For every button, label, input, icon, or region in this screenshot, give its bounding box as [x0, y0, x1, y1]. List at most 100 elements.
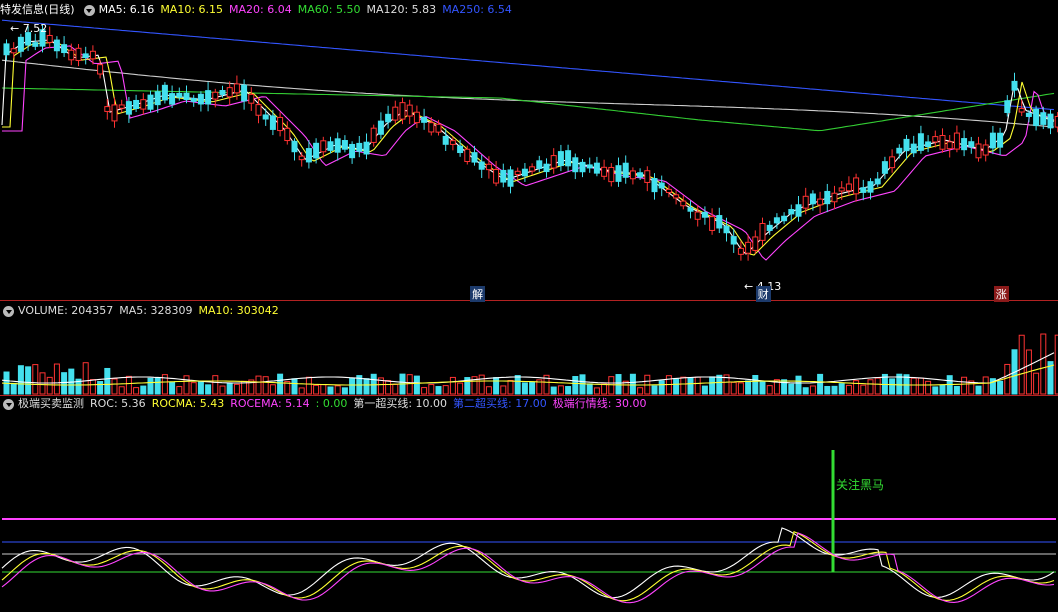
candle-body	[205, 90, 212, 105]
candle-body	[968, 141, 975, 148]
volume-bar	[233, 383, 240, 395]
candle-body	[370, 127, 377, 143]
volume-bar	[500, 385, 507, 395]
candle-body	[781, 215, 788, 222]
candle-body	[982, 144, 989, 156]
candle-body	[219, 90, 226, 95]
event-marker-1[interactable]: 财	[755, 286, 771, 302]
event-marker-0[interactable]: 解	[470, 286, 486, 302]
candle-body	[291, 140, 298, 153]
candle-body	[233, 83, 240, 94]
volume-bar	[802, 387, 809, 395]
candle-body	[608, 166, 615, 183]
volume-bar	[169, 381, 176, 395]
volume-bar	[428, 384, 435, 395]
volume-bar	[97, 381, 104, 395]
candle-body	[867, 181, 874, 193]
candle-body	[629, 170, 636, 180]
candle-body	[514, 170, 521, 175]
candle-body	[1025, 112, 1032, 117]
candle-body	[442, 135, 449, 145]
volume-bar	[53, 363, 60, 395]
candle-body	[154, 91, 161, 106]
volume-bar	[370, 373, 377, 395]
main-chart-header: 特发信息(日线) MA5: 6.16 MA10: 6.15 MA20: 6.04 MA…	[0, 2, 518, 18]
candle-body	[226, 87, 233, 98]
candle-body	[946, 141, 953, 150]
dropdown-icon[interactable]	[3, 305, 14, 317]
volume-bar	[932, 386, 939, 395]
dropdown-icon[interactable]	[3, 398, 14, 410]
candle-body	[118, 104, 125, 109]
candle-body	[601, 166, 608, 177]
event-marker-2[interactable]: 涨	[993, 286, 1009, 302]
candle-body	[615, 165, 622, 182]
candle-body	[709, 216, 716, 231]
candle-body	[147, 94, 154, 110]
volume-bar	[17, 365, 24, 395]
candle-body	[572, 157, 579, 173]
candle-body	[17, 36, 24, 52]
volume-bar	[737, 382, 744, 395]
candle-body	[68, 49, 75, 61]
volume-bar	[939, 384, 946, 395]
candle-body	[313, 142, 320, 159]
volume-bar	[25, 366, 32, 395]
candle-body	[176, 92, 183, 98]
volume-bar	[845, 384, 852, 395]
volume-bar	[917, 377, 924, 395]
candle-body	[644, 170, 651, 183]
candle-body	[809, 193, 816, 205]
candle-body	[831, 192, 838, 203]
volume-bar	[557, 385, 564, 395]
stock-chart-window: 特发信息(日线) MA5: 6.16 MA10: 6.15 MA20: 6.04 MA…	[0, 0, 1058, 612]
volume-legend-item-1: MA5: 328309	[119, 304, 193, 317]
candle-body	[896, 147, 903, 154]
candle-body	[701, 211, 708, 218]
candle-body	[536, 160, 543, 169]
candle-body	[478, 161, 485, 170]
volume-bar	[550, 386, 557, 395]
ma-legend-item-0: MA5: 6.16	[98, 3, 155, 16]
candle-body	[140, 99, 147, 110]
volume-bar	[788, 383, 795, 395]
candle-body	[730, 236, 737, 245]
panel-separator	[0, 300, 1058, 301]
volume-bar	[449, 376, 456, 395]
candle-body	[10, 48, 17, 54]
candle-body	[565, 150, 572, 167]
volume-bar	[154, 377, 161, 395]
indicator-legend-item-5: 第二超买线: 17.00	[453, 397, 547, 410]
candle-body	[428, 122, 435, 133]
volume-bar	[205, 384, 212, 395]
volume-bar	[392, 383, 399, 395]
volume-bar	[313, 384, 320, 395]
candle-body	[673, 194, 680, 199]
candle-body	[464, 148, 471, 163]
dropdown-icon[interactable]	[83, 4, 95, 16]
candle-body	[745, 241, 752, 254]
volume-bar	[673, 378, 680, 395]
candle-body	[802, 195, 809, 209]
candle-body	[579, 161, 586, 173]
candle-body	[61, 44, 68, 54]
candle-body	[392, 106, 399, 121]
candle-body	[529, 166, 536, 172]
candle-body	[910, 143, 917, 154]
volume-bar	[795, 375, 802, 395]
volume-bar	[701, 385, 708, 395]
volume-bar	[277, 373, 284, 395]
indicator-legend: ROC: 5.36 ROCMA: 5.43 ROCEMA: 5.14: 0.00 第一…	[90, 396, 652, 412]
volume-bar	[809, 385, 816, 395]
candle-body	[269, 115, 276, 130]
candle-body	[989, 132, 996, 149]
indicator-legend-item-6: 极端行情线: 30.00	[552, 397, 647, 410]
volume-bar	[485, 386, 492, 395]
volume-bar	[514, 375, 521, 395]
candle-body	[241, 84, 248, 102]
candle-body	[637, 172, 644, 178]
candle-body	[845, 183, 852, 192]
volume-bar	[651, 385, 658, 395]
volume-bar	[925, 380, 932, 395]
volume-bar	[817, 373, 824, 395]
